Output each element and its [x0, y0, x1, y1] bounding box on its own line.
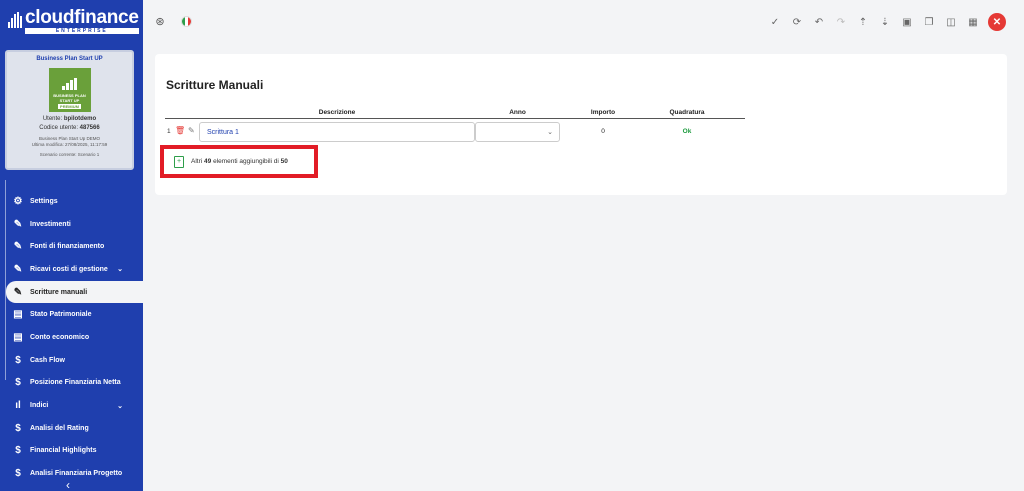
- add-prefix: Altri: [191, 158, 203, 165]
- bar-chart-icon: ıl: [15, 400, 21, 412]
- add-total: 50: [280, 158, 288, 165]
- sidebar-item-investimenti[interactable]: ✎ Investimenti: [0, 213, 143, 236]
- user-info: Utente: bpilotdemo: [7, 115, 132, 124]
- sidebar-item-label: Analisi del Rating: [30, 424, 89, 432]
- document-icon: ▤: [13, 331, 23, 343]
- logo-bars-icon: [8, 12, 22, 28]
- dollar-icon: $: [15, 445, 21, 457]
- user-code-label: Codice utente:: [39, 125, 78, 131]
- chevron-down-icon[interactable]: ⌄: [117, 265, 123, 273]
- add-file-icon: +: [174, 155, 184, 168]
- description-input[interactable]: Scrittura 1: [199, 122, 475, 142]
- column-anno: Anno: [509, 109, 526, 116]
- sidebar-item-cash-flow[interactable]: $ Cash Flow: [0, 349, 143, 372]
- logo-subtitle: ENTERPRISE: [25, 28, 139, 34]
- table-header: Descrizione Anno Importo Quadratura: [165, 108, 745, 119]
- user-code-value: 487566: [79, 125, 100, 131]
- sidebar-item-analisi-del-rating[interactable]: $ Analisi del Rating: [0, 417, 143, 440]
- sidebar-item-ricavi-costi-di-gestione[interactable]: ✎ Ricavi costi di gestione ⌄: [0, 258, 143, 281]
- redo-icon[interactable]: ↷: [834, 15, 848, 29]
- row-number: 1: [167, 128, 171, 135]
- sidebar-item-label: Scritture manuali: [30, 288, 88, 296]
- year-select[interactable]: ⌄: [475, 122, 560, 142]
- amount-value: 0: [601, 128, 605, 135]
- page-title: Scritture Manuali: [166, 78, 264, 92]
- add-entry-text: Altri 49 elementi aggiungibili di 50: [191, 158, 288, 165]
- refresh-icon[interactable]: ⟳: [790, 15, 804, 29]
- document-icon: ▤: [13, 309, 23, 321]
- top-bar: ⊛ ✓ ⟳ ↶ ↷ ⇡ ⇣ ▣ ❐ ◫ ▦ ✕: [143, 0, 1024, 44]
- sidebar-item-label: Indici: [30, 402, 49, 410]
- download-icon[interactable]: ⇣: [878, 15, 892, 29]
- sidebar-item-indici[interactable]: ıl Indici ⌄: [0, 394, 143, 417]
- user-code-info: Codice utente: 487566: [7, 124, 132, 133]
- sidebar-item-label: Ricavi costi di gestione: [30, 265, 108, 273]
- sidebar-item-label: Analisi Finanziaria Progetto: [30, 470, 123, 478]
- gear-icon: ⚙: [13, 195, 23, 207]
- last-modified: Ultima modifica: 27/08/2025, 11:17:59: [31, 142, 108, 147]
- sidebar-item-settings[interactable]: ⚙ Settings: [0, 190, 143, 213]
- user-label: Utente:: [42, 116, 63, 122]
- layout-icon[interactable]: ▦: [966, 15, 980, 29]
- logo-text: cloudfinance: [25, 7, 139, 28]
- sidebar-item-label: Stato Patrimoniale: [30, 311, 92, 319]
- sidebar: cloudfinance ENTERPRISE Business Plan St…: [0, 0, 143, 491]
- copy-icon[interactable]: ❐: [922, 15, 936, 29]
- sidebar-item-posizione-finanziaria-netta[interactable]: $ Posizione Finanziaria Netta: [0, 372, 143, 395]
- profile-card: Business Plan Start UP BUSINESS PLAN STA…: [5, 50, 134, 170]
- sidebar-item-stato-patrimoniale[interactable]: ▤ Stato Patrimoniale: [0, 303, 143, 326]
- sidebar-item-label: Settings: [30, 197, 58, 205]
- sidebar-item-label: Posizione Finanziaria Netta: [30, 379, 121, 387]
- sidebar-menu: ⚙ Settings ✎ Investimenti ✎ Fonti di finanzia…: [0, 190, 143, 485]
- save-icon[interactable]: ▣: [900, 15, 914, 29]
- chevron-down-icon[interactable]: ⌄: [117, 402, 123, 410]
- image-line-2: START UP: [59, 98, 80, 103]
- add-count: 49: [204, 158, 212, 165]
- current-scenario: Scenario corrente: Scenario 1: [39, 152, 100, 157]
- add-entry-button[interactable]: + Altri 49 elementi aggiungibili di 50: [160, 145, 318, 178]
- image-line-3: PREMIUM: [58, 104, 81, 109]
- column-quadratura: Quadratura: [669, 109, 705, 116]
- split-view-icon[interactable]: ◫: [944, 15, 958, 29]
- sidebar-item-label: Cash Flow: [30, 356, 66, 364]
- collapse-sidebar-icon[interactable]: ‹: [66, 478, 70, 491]
- sidebar-item-scritture-manuali[interactable]: ✎ Scritture manuali: [6, 280, 143, 304]
- dollar-icon: $: [15, 422, 21, 434]
- sidebar-item-financial-highlights[interactable]: $ Financial Highlights: [0, 440, 143, 463]
- upload-icon[interactable]: ⇡: [856, 15, 870, 29]
- edit-icon: ✎: [13, 286, 23, 298]
- dollar-icon: $: [15, 377, 21, 389]
- close-button[interactable]: ✕: [988, 13, 1006, 31]
- edit-icon: ✎: [13, 241, 23, 253]
- user-value: bpilotdemo: [63, 116, 97, 122]
- add-middle: elementi aggiungibili di: [213, 158, 279, 165]
- profile-title: Business Plan Start UP: [36, 56, 103, 62]
- column-descrizione: Descrizione: [318, 109, 356, 116]
- sidebar-item-label: Conto economico: [30, 333, 90, 341]
- column-importo: Importo: [590, 109, 616, 116]
- trash-icon[interactable]: 🗑: [175, 126, 185, 135]
- pencil-icon[interactable]: ✎: [188, 126, 195, 135]
- check-icon[interactable]: ✓: [768, 15, 782, 29]
- dollar-icon: $: [15, 354, 21, 366]
- undo-icon[interactable]: ↶: [812, 15, 826, 29]
- dollar-icon: $: [15, 468, 21, 480]
- italian-flag-icon[interactable]: [181, 15, 192, 27]
- business-plan-image: BUSINESS PLAN START UP PREMIUM: [48, 68, 91, 112]
- balance-status: Ok: [682, 128, 692, 135]
- sidebar-item-label: Financial Highlights: [30, 447, 97, 455]
- sidebar-item-label: Fonti di finanziamento: [30, 243, 105, 251]
- sidebar-item-analisi-finanziaria-progetto[interactable]: $ Analisi Finanziaria Progetto: [0, 462, 143, 485]
- sidebar-item-fonti-di-finanziamento[interactable]: ✎ Fonti di finanziamento: [0, 235, 143, 258]
- chevron-down-icon: ⌄: [547, 129, 553, 136]
- sidebar-item-label: Investimenti: [30, 220, 71, 228]
- support-icon[interactable]: ⊛: [153, 14, 167, 28]
- app-logo[interactable]: cloudfinance ENTERPRISE: [8, 8, 139, 38]
- table-row: 1 🗑 ✎ Scrittura 1 ⌄ 0 Ok: [165, 120, 745, 142]
- bar-chart-icon: [62, 78, 77, 90]
- edit-icon: ✎: [13, 263, 23, 275]
- main-card: Scritture Manuali Descrizione Anno Impor…: [155, 54, 1007, 195]
- sidebar-item-conto-economico[interactable]: ▤ Conto economico: [0, 326, 143, 349]
- edit-icon: ✎: [13, 218, 23, 230]
